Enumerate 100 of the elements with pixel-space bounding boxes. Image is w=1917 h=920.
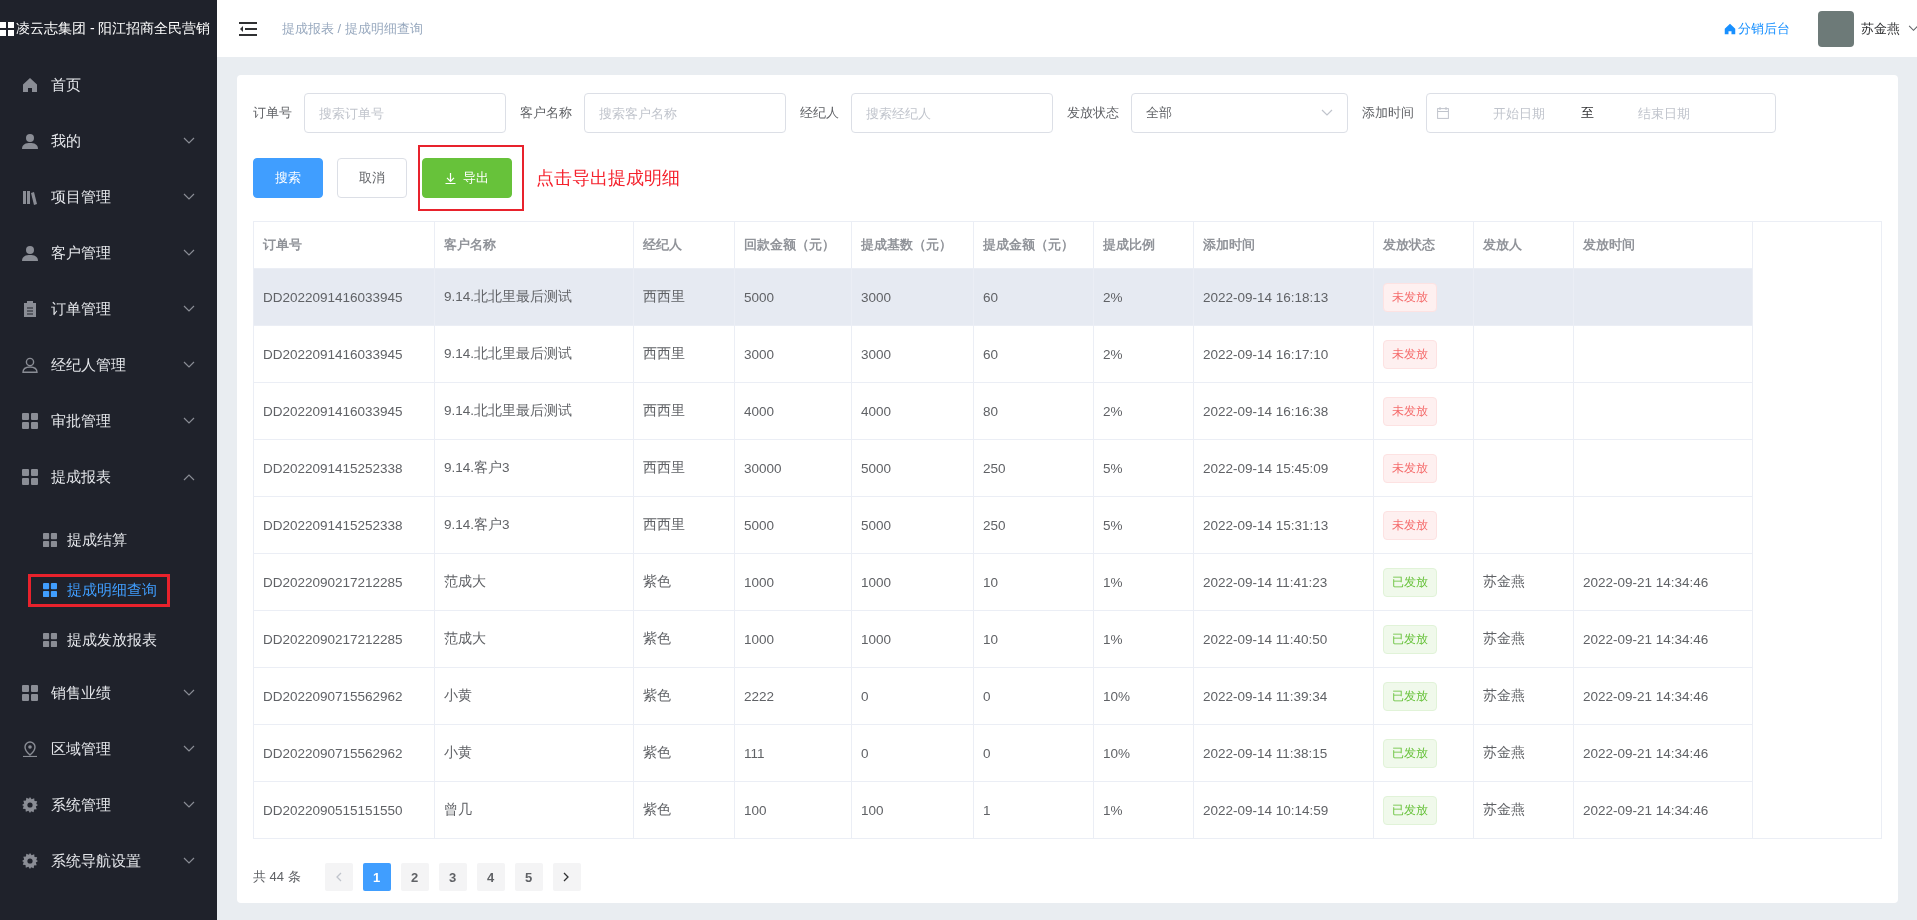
table-cell: 5000 bbox=[744, 517, 775, 533]
table-cell: 4000 bbox=[744, 403, 775, 419]
page-button[interactable]: 5 bbox=[514, 863, 543, 891]
sidebar-menu-item[interactable]: 客户管理 bbox=[0, 225, 217, 281]
table-cell: 2022-09-14 16:16:38 bbox=[1203, 403, 1329, 419]
cancel-button[interactable]: 取消 bbox=[337, 158, 407, 198]
filter-label: 添加时间 bbox=[1362, 104, 1414, 122]
status-tag: 未发放 bbox=[1383, 339, 1437, 369]
table-row[interactable]: DD2022090217212285 范成大 紫色 1000 1000 10 1% 2022-09-14 11:40:50 已发放 苏金燕 2022-09-21 14:34:46 bbox=[253, 610, 1882, 668]
sidebar-menu-item[interactable]: 区域管理 bbox=[0, 721, 217, 777]
home-icon bbox=[1724, 22, 1736, 35]
table-cell: DD2022091416033945 bbox=[263, 289, 403, 305]
status-tag: 未发放 bbox=[1383, 510, 1437, 540]
user-icon bbox=[22, 133, 38, 149]
table-cell: 5000 bbox=[861, 460, 892, 476]
table-cell: 2022-09-21 14:34:46 bbox=[1583, 688, 1709, 704]
table-row[interactable]: DD2022091415252338 9.14.客户3 西西里 5000 5000 250 5% 2022-09-14 15:31:13 未发放 bbox=[253, 496, 1882, 554]
menu-icon[interactable] bbox=[239, 21, 257, 36]
sidebar-menu-item[interactable]: 项目管理 bbox=[0, 169, 217, 225]
sidebar-menu-item[interactable]: 提成报表 bbox=[0, 449, 217, 505]
page-button[interactable]: 3 bbox=[438, 863, 467, 891]
status-dropdown[interactable]: 全部 bbox=[1131, 93, 1348, 133]
table-cell: 紫色 bbox=[643, 631, 671, 646]
sidebar-menu-item[interactable]: 系统管理 bbox=[0, 777, 217, 833]
table-cell: 60 bbox=[983, 289, 999, 305]
avatar-placeholder[interactable] bbox=[1818, 10, 1854, 47]
table-row[interactable]: DD2022090217212285 范成大 紫色 1000 1000 10 1% 2022-09-14 11:41:23 已发放 苏金燕 2022-09-21 14:34:46 bbox=[253, 553, 1882, 611]
column-header: 提成基数（元） bbox=[851, 221, 974, 269]
user-name[interactable]: 苏金燕 bbox=[1861, 19, 1900, 38]
table-cell: DD2022090217212285 bbox=[263, 574, 403, 590]
sidebar-submenu-item[interactable]: 提成发放报表 bbox=[28, 623, 170, 657]
expand-caret-icon bbox=[183, 305, 195, 313]
search-field[interactable]: 搜索订单号 bbox=[304, 93, 506, 133]
sidebar-submenu-item[interactable]: 提成结算 bbox=[28, 523, 140, 557]
page-button[interactable]: 2 bbox=[400, 863, 429, 891]
table-cell: 250 bbox=[983, 460, 1006, 476]
table-cell: 2022-09-14 11:41:23 bbox=[1203, 574, 1328, 590]
table-cell: 0 bbox=[983, 688, 991, 704]
sidebar-menu-item[interactable]: 首页 bbox=[0, 57, 217, 113]
person-outline-icon bbox=[22, 357, 38, 373]
search-field[interactable]: 搜索客户名称 bbox=[584, 93, 786, 133]
table-cell: 2022-09-21 14:34:46 bbox=[1583, 631, 1709, 647]
expand-caret-icon bbox=[183, 193, 195, 201]
expand-caret-icon bbox=[183, 137, 195, 145]
sidebar-menu-item[interactable]: 订单管理 bbox=[0, 281, 217, 337]
caret-icon[interactable] bbox=[1908, 25, 1917, 32]
sidebar-menu-item[interactable]: 我的 bbox=[0, 113, 217, 169]
table-cell: 西西里 bbox=[643, 289, 685, 304]
date-range-field[interactable]: 开始日期 至 结束日期 bbox=[1426, 93, 1776, 133]
sidebar-menu-item[interactable]: 销售业绩 bbox=[0, 665, 217, 721]
table-cell: 2222 bbox=[744, 688, 775, 704]
status-tag: 已发放 bbox=[1383, 567, 1437, 597]
table-cell: 10 bbox=[983, 631, 999, 647]
table-cell: 西西里 bbox=[643, 460, 685, 475]
table-cell: 9.14.北北里最后测试 bbox=[444, 403, 573, 418]
table-row[interactable]: DD2022091416033945 9.14.北北里最后测试 西西里 4000 4000 80 2% 2022-09-14 16:16:38 未发放 bbox=[253, 382, 1882, 440]
filter-label: 发放状态 bbox=[1067, 104, 1119, 122]
table-row[interactable]: DD2022090515151550 曾几 紫色 100 100 1 1% 2022-09-14 10:14:59 已发放 苏金燕 2022-09-21 14:34:46 bbox=[253, 781, 1882, 839]
table-cell: 3000 bbox=[861, 289, 892, 305]
grid-icon bbox=[43, 533, 57, 547]
table-cell: 2% bbox=[1103, 403, 1123, 419]
table-cell: 1000 bbox=[744, 631, 775, 647]
sidebar-menu-item[interactable]: 审批管理 bbox=[0, 393, 217, 449]
table-cell: 2022-09-14 16:17:10 bbox=[1203, 346, 1329, 362]
column-header: 回款金额（元） bbox=[734, 221, 852, 269]
table-cell: 西西里 bbox=[643, 403, 685, 418]
table-cell: 5000 bbox=[744, 289, 775, 305]
status-tag: 已发放 bbox=[1383, 624, 1437, 654]
table-row[interactable]: DD2022091416033945 9.14.北北里最后测试 西西里 5000 3000 60 2% 2022-09-14 16:18:13 未发放 bbox=[253, 268, 1882, 326]
sidebar-menu-item[interactable]: 经纪人管理 bbox=[0, 337, 217, 393]
table-cell: 9.14.客户3 bbox=[444, 517, 510, 532]
table-row[interactable]: DD2022090715562962 小黄 紫色 2222 0 0 10% 2022-09-14 11:39:34 已发放 苏金燕 2022-09-21 14:34:46 bbox=[253, 667, 1882, 725]
page-button[interactable]: 4 bbox=[476, 863, 505, 891]
next-page-button[interactable] bbox=[552, 863, 581, 891]
table-cell: 2022-09-21 14:34:46 bbox=[1583, 745, 1709, 761]
sidebar-menu-item[interactable]: 系统导航设置 bbox=[0, 833, 217, 889]
table-cell: 西西里 bbox=[643, 346, 685, 361]
sidebar-submenu-item[interactable]: 提成明细查询 bbox=[28, 573, 170, 607]
table-row[interactable]: DD2022091416033945 9.14.北北里最后测试 西西里 3000 3000 60 2% 2022-09-14 16:17:10 未发放 bbox=[253, 325, 1882, 383]
admin-link[interactable]: 分销后台 bbox=[1724, 19, 1790, 38]
table-row[interactable]: DD2022090715562962 小黄 紫色 111 0 0 10% 2022-09-14 11:38:15 已发放 苏金燕 2022-09-21 14:34:46 bbox=[253, 724, 1882, 782]
annotation-text: 点击导出提成明细 bbox=[536, 167, 680, 190]
grid-icon bbox=[22, 469, 38, 485]
table-cell: 1000 bbox=[744, 574, 775, 590]
home-icon bbox=[22, 77, 38, 93]
table-cell: 2022-09-14 10:14:59 bbox=[1203, 802, 1329, 818]
expand-caret-icon bbox=[183, 361, 195, 369]
search-field[interactable]: 搜索经纪人 bbox=[851, 93, 1053, 133]
expand-caret-icon bbox=[183, 745, 195, 753]
table-cell: 1% bbox=[1103, 574, 1123, 590]
table-row[interactable]: DD2022091415252338 9.14.客户3 西西里 30000 5000 250 5% 2022-09-14 15:45:09 未发放 bbox=[253, 439, 1882, 497]
grid-icon bbox=[43, 583, 57, 597]
filter-label: 经纪人 bbox=[800, 104, 839, 122]
table-cell: 60 bbox=[983, 346, 999, 362]
table-cell: 2022-09-14 15:31:13 bbox=[1203, 517, 1329, 533]
table-cell: 紫色 bbox=[643, 745, 671, 760]
chevron-right-icon bbox=[563, 872, 571, 882]
table-cell: 0 bbox=[861, 688, 869, 704]
books-icon bbox=[22, 189, 38, 205]
location-pin-icon bbox=[22, 741, 38, 757]
